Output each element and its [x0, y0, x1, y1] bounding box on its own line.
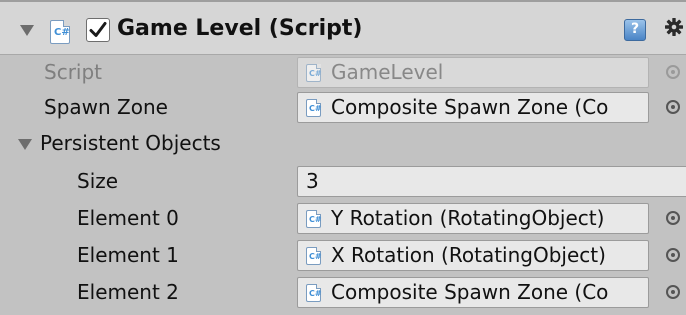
component-header[interactable]: Game Level (Script) ?: [0, 2, 686, 55]
help-icon[interactable]: ?: [624, 19, 646, 41]
foldout-arrow-icon[interactable]: [18, 139, 32, 150]
persistent-objects-foldout[interactable]: Persistent Objects: [0, 126, 686, 162]
size-input[interactable]: 3: [297, 166, 686, 197]
script-field: GameLevel: [297, 57, 649, 88]
element-2-label: Element 2: [77, 280, 179, 304]
property-row-element-0: Element 0 Y Rotation (RotatingObject): [0, 201, 686, 237]
property-row-spawn-zone: Spawn Zone Composite Spawn Zone (Co: [0, 90, 686, 126]
object-picker-icon[interactable]: [666, 248, 680, 262]
csharp-script-icon: [50, 20, 70, 44]
element-0-label: Element 0: [77, 206, 179, 230]
element-1-field[interactable]: X Rotation (RotatingObject): [297, 240, 649, 271]
property-row-size: Size 3: [0, 164, 686, 200]
script-label: Script: [44, 60, 103, 84]
spawn-zone-value: Composite Spawn Zone (Co: [331, 95, 609, 119]
spawn-zone-field[interactable]: Composite Spawn Zone (Co: [297, 92, 649, 123]
element-0-value: Y Rotation (RotatingObject): [331, 206, 605, 230]
object-picker-icon[interactable]: [666, 285, 680, 299]
csharp-script-icon: [306, 64, 322, 82]
csharp-script-icon: [306, 210, 322, 228]
size-value: 3: [306, 169, 319, 193]
spawn-zone-label: Spawn Zone: [44, 95, 168, 119]
element-1-value: X Rotation (RotatingObject): [331, 243, 606, 267]
checkmark-icon: [89, 22, 107, 37]
property-row-element-2: Element 2 Composite Spawn Zone (Co: [0, 275, 686, 311]
object-picker-icon[interactable]: [666, 100, 680, 114]
csharp-script-icon: [306, 247, 322, 265]
property-row-element-1: Element 1 X Rotation (RotatingObject): [0, 238, 686, 274]
element-1-label: Element 1: [77, 243, 179, 267]
inspector-panel: Game Level (Script) ? Script GameLevel: [0, 0, 686, 315]
element-2-value: Composite Spawn Zone (Co: [331, 280, 609, 304]
property-row-script: Script GameLevel: [0, 55, 686, 91]
component-enabled-checkbox[interactable]: [86, 18, 110, 42]
script-value: GameLevel: [331, 60, 444, 84]
csharp-script-icon: [306, 284, 322, 302]
element-2-field[interactable]: Composite Spawn Zone (Co: [297, 277, 649, 308]
element-0-field[interactable]: Y Rotation (RotatingObject): [297, 203, 649, 234]
gear-icon[interactable]: [665, 18, 683, 36]
object-picker-icon: [666, 65, 680, 79]
object-picker-icon[interactable]: [666, 211, 680, 225]
persistent-objects-label: Persistent Objects: [40, 131, 221, 155]
foldout-arrow-icon[interactable]: [20, 25, 34, 36]
component-title: Game Level (Script): [117, 16, 363, 41]
csharp-script-icon: [306, 99, 322, 117]
size-label: Size: [77, 169, 119, 193]
